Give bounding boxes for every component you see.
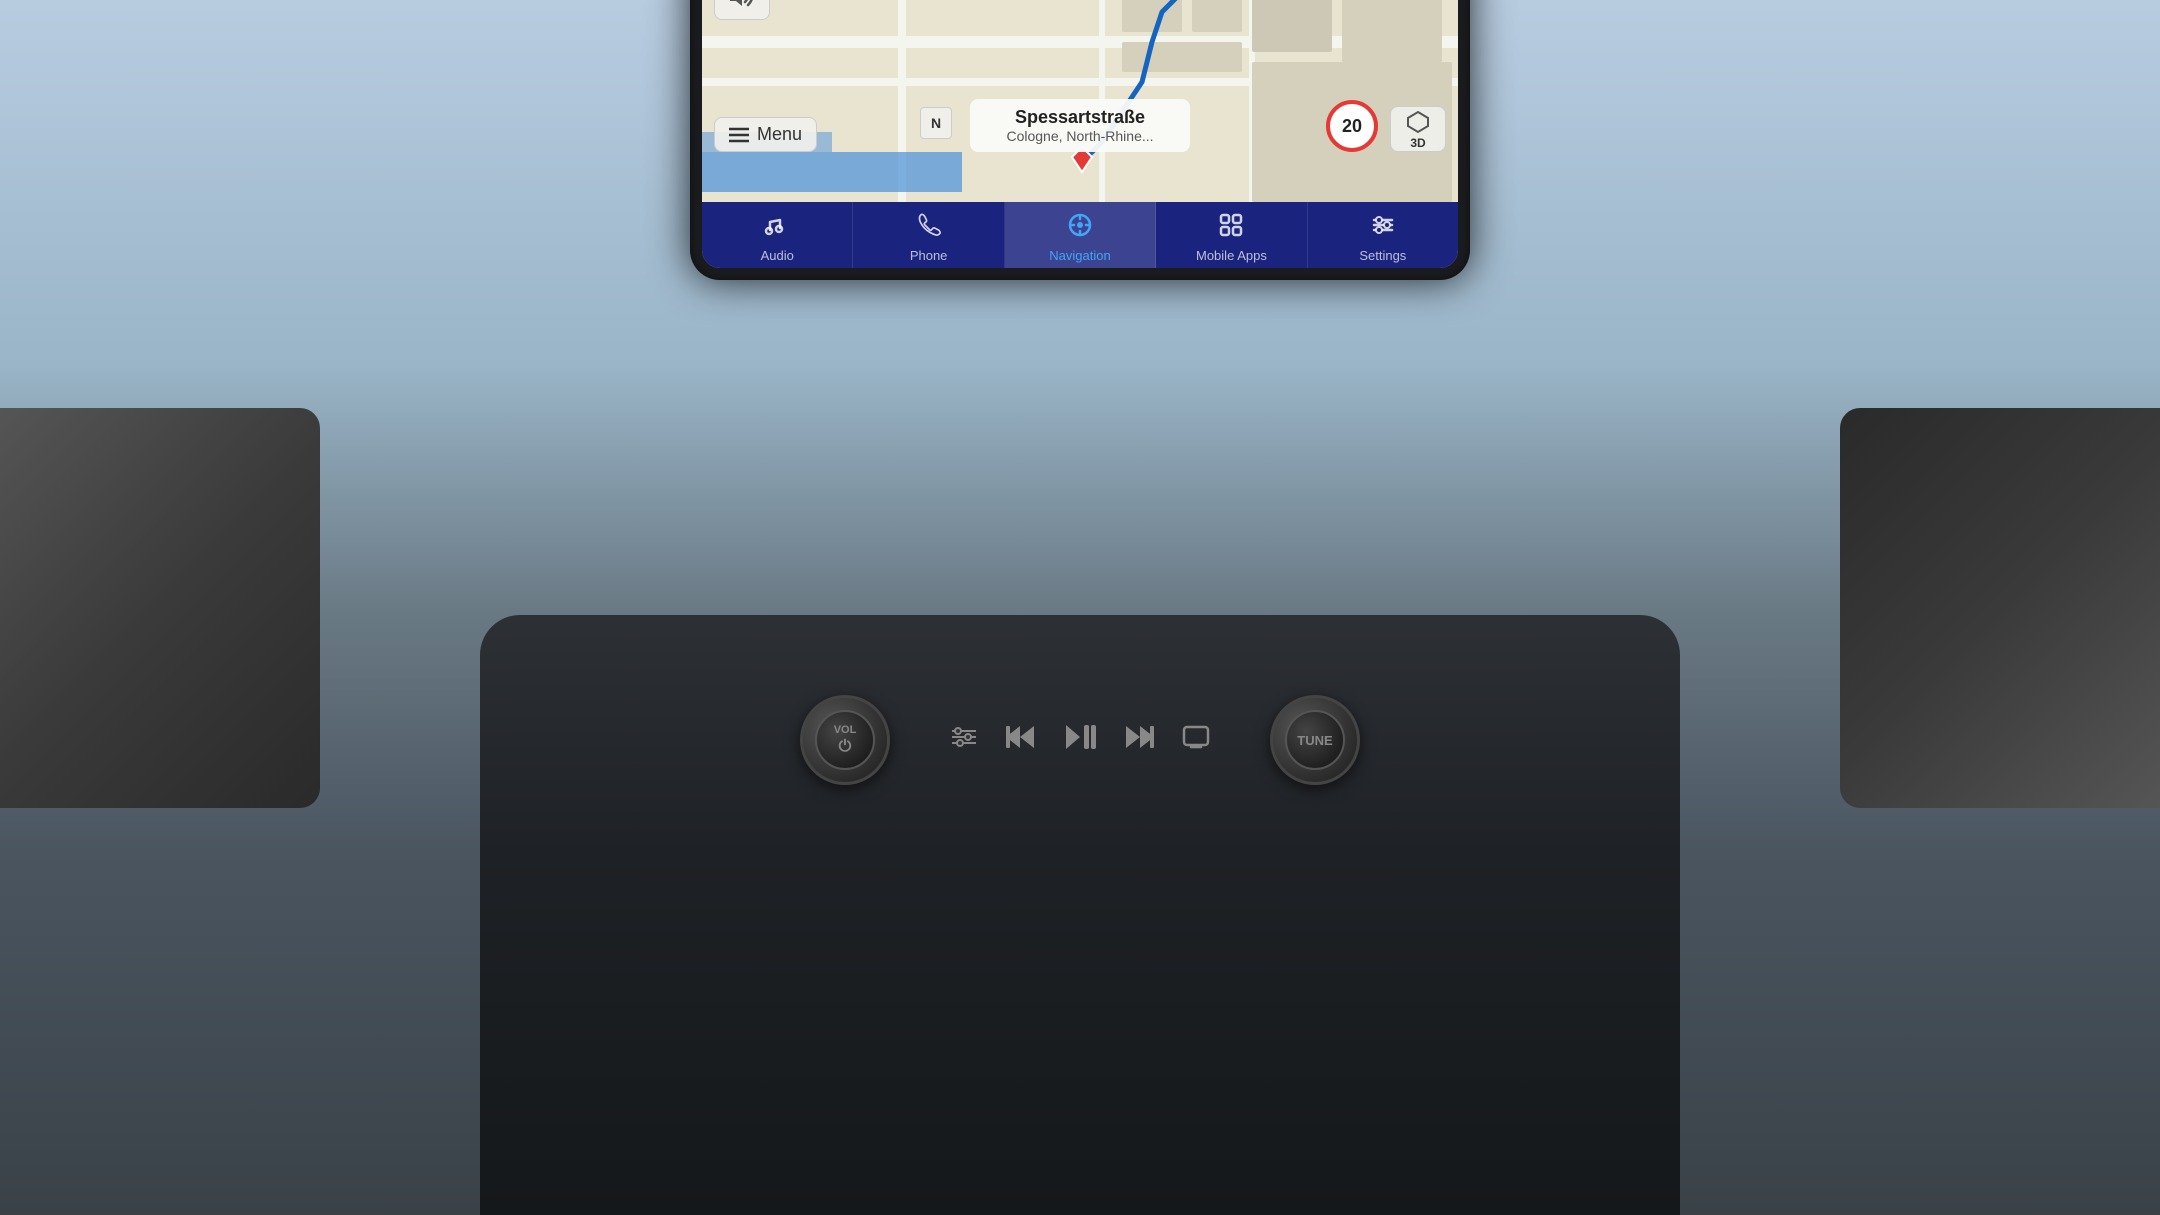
volume-knob[interactable]: VOL ⏻ xyxy=(800,695,890,785)
screen-toggle-button[interactable] xyxy=(1182,725,1210,756)
menu-label: Menu xyxy=(757,124,802,145)
infotainment-screen: ⌂ 15:00 26.5° B xyxy=(702,0,1458,268)
north-indicator: N xyxy=(920,107,952,139)
3d-button[interactable]: 3D xyxy=(1390,106,1446,152)
volume-knob-inner: VOL ⏻ xyxy=(815,710,875,770)
volume-button[interactable] xyxy=(714,0,770,20)
center-console: VOL ⏻ xyxy=(480,615,1680,1215)
street-info-overlay: N Spessartstraße Cologne, North-Rhine... xyxy=(970,99,1190,152)
menu-button[interactable]: Menu xyxy=(714,117,817,152)
mobile-apps-tab-label: Mobile Apps xyxy=(1196,248,1267,263)
physical-controls: VOL ⏻ xyxy=(480,695,1680,785)
settings-tab-label: Settings xyxy=(1359,248,1406,263)
settings-icon xyxy=(1370,212,1396,244)
media-controls xyxy=(950,723,1210,758)
nav-tab-mobile-apps[interactable]: Mobile Apps xyxy=(1156,202,1307,268)
mobile-apps-icon xyxy=(1218,212,1244,244)
navigation-icon xyxy=(1067,212,1093,244)
right-vent xyxy=(1840,408,2160,808)
eq-button[interactable] xyxy=(950,725,978,756)
dashboard: ⌂ 15:00 26.5° B xyxy=(0,0,2160,1215)
nav-tab-navigation[interactable]: Navigation xyxy=(1005,202,1156,268)
next-track-button[interactable] xyxy=(1124,724,1154,757)
phone-icon xyxy=(917,212,941,244)
bottom-navigation-bar: Audio Phone xyxy=(702,202,1458,268)
phone-tab-label: Phone xyxy=(910,248,948,263)
tune-knob[interactable]: TUNE xyxy=(1270,695,1360,785)
nav-tab-phone[interactable]: Phone xyxy=(853,202,1004,268)
3d-label: 3D xyxy=(1410,136,1425,150)
play-pause-button[interactable] xyxy=(1064,723,1096,758)
screen-bezel: ⌂ 15:00 26.5° B xyxy=(690,0,1470,280)
audio-icon xyxy=(764,212,790,244)
map-area: Menu 3D N Spessartstraße Cologne, North-… xyxy=(702,0,1458,202)
prev-track-button[interactable] xyxy=(1006,724,1036,757)
tune-knob-inner: TUNE xyxy=(1285,710,1345,770)
street-city-label: Cologne, North-Rhine... xyxy=(984,128,1176,144)
navigation-tab-label: Navigation xyxy=(1049,248,1110,263)
nav-tab-settings[interactable]: Settings xyxy=(1308,202,1458,268)
tune-knob-label: TUNE xyxy=(1297,733,1332,748)
speed-limit-sign: 20 xyxy=(1326,100,1378,152)
audio-tab-label: Audio xyxy=(761,248,794,263)
nav-tab-audio[interactable]: Audio xyxy=(702,202,853,268)
left-vent xyxy=(0,408,320,808)
street-name-label: Spessartstraße xyxy=(984,107,1176,128)
